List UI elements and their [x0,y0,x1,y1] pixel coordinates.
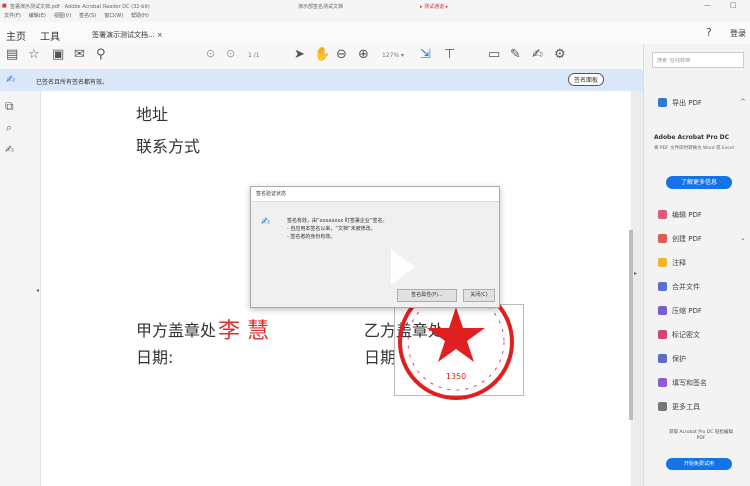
page-indicator[interactable]: 1 /1 [248,52,260,59]
login-link[interactable]: 登录 [730,28,746,39]
chevron-up-icon[interactable]: ^ [740,98,746,106]
signature-notice-bar: ✍ 已签名且所有签名都有效。 签名面板 [0,69,643,92]
fit-page-icon[interactable]: ⇲ [420,47,431,62]
date-label-b: 日期 [364,348,397,367]
promo-text: 将 PDF 文件即时转换为 Word 或 Excel [654,146,734,151]
combine-files-item[interactable]: 合并文件 [658,282,700,292]
left-nav-rail: ⧉ ⌕ ✍ ◂ [0,91,41,486]
sign-icon[interactable]: ✍ [532,47,543,62]
menu-item-view[interactable]: 视图(V) [54,13,71,19]
tab-status: ▸ 测试通道 ▸ [420,4,449,10]
minimize-icon[interactable]: — [704,1,711,9]
signature-nav-icon[interactable]: ✍ [5,143,14,156]
fill-sign-icon [658,378,667,387]
tab-document[interactable]: 签署演示测试文档... × [92,30,163,40]
collapse-left-icon[interactable]: ◂ [36,287,39,294]
menu-item-help[interactable]: 帮助(H) [131,13,149,19]
party-a-seal-label: 甲方盖章处 [136,321,217,340]
signature-valid-icon: ✍ [6,73,16,86]
comment-icon[interactable]: ▭ [488,47,500,62]
bookmark-star-icon[interactable]: ☆ [28,47,40,62]
edit-pdf-item[interactable]: 编辑 PDF [658,210,702,220]
comment-item[interactable]: 注释 [658,258,686,268]
search-icon[interactable]: ⚲ [96,47,106,62]
window-title: 签署演示测试文档.pdf - Adobe Acrobat Reader DC (… [10,4,150,10]
notice-text: 已签名且所有签名都有效。 [36,79,109,86]
page-up-icon[interactable]: ⊙ [206,47,215,60]
start-trial-button[interactable]: 开始免费试用 [666,458,732,470]
maximize-icon[interactable]: □ [730,1,737,9]
zoom-out-icon[interactable]: ⊖ [336,47,347,62]
export-pdf-icon [658,98,667,107]
signature-properties-button[interactable]: 签名属性(P)... [397,289,457,302]
contact-label: 联系方式 [136,137,201,156]
toolbar: ▤ ☆ ▣ ✉ ⚲ ⊙ ⊙ 1 /1 ➤ ✋ ⊖ ⊕ 127% ▾ ⇲ ⊤ ▭ … [0,44,750,70]
dialog-line-2: - 自应用本签名以来，“文档”未被修改。 [287,226,376,232]
edit-pdf-icon [658,210,667,219]
learn-more-button[interactable]: 了解更多信息 [666,176,732,189]
save-icon[interactable]: ▤ [6,47,18,62]
tool-search-input[interactable]: 搜索 '在线转换' [652,52,744,68]
protect-item[interactable]: 保护 [658,354,686,364]
center-title: 演示部签名测试文档 [298,4,344,10]
footer-promo-text: 获取 Acrobat Pro DC 轻松编辑 PDF [669,430,733,441]
select-cursor-icon[interactable]: ➤ [294,47,305,62]
help-icon[interactable]: ? [706,26,712,39]
zoom-in-icon[interactable]: ⊕ [358,47,369,62]
promo-title: Adobe Acrobat Pro DC [654,134,730,141]
export-pdf-item[interactable]: 导出 PDF [658,98,702,108]
dialog-title: 签名验证状态 [251,187,499,202]
pen-icon[interactable]: ✎ [510,47,521,62]
redact-item[interactable]: 标记密文 [658,330,700,340]
redact-icon [658,330,667,339]
create-pdf-item[interactable]: 创建 PDF [658,234,702,244]
zoom-select[interactable]: 127% ▾ [382,52,404,59]
more-tools-item[interactable]: 更多工具 [658,402,700,412]
signature-panel-button[interactable]: 签名面板 [568,73,605,86]
attachment-icon[interactable]: ⌕ [6,121,12,135]
tab-bar: 主页 工具 签署演示测试文档... × ? 登录 [0,22,750,45]
tool-search-placeholder: 搜索 '在线转换' [657,58,692,64]
stamp-code: 1350 [446,372,466,381]
close-button[interactable]: 关闭(C) [463,289,495,302]
dialog-line-3: - 签名者的身份有效。 [287,234,336,240]
more-tools-icon [658,402,667,411]
menu-item-window[interactable]: 窗口(W) [104,13,123,19]
date-label-a: 日期: [136,348,174,367]
collapse-right-icon[interactable]: ▸ [634,270,637,277]
page-down-icon[interactable]: ⊙ [226,47,235,60]
hand-tool-icon[interactable]: ✋ [314,47,330,62]
title-bar: ■ 签署演示测试文档.pdf - Adobe Acrobat Reader DC… [0,0,750,12]
tab-home[interactable]: 主页 [6,28,26,43]
protect-icon [658,354,667,363]
app-icon: ■ [2,3,7,9]
stamp-tool-icon[interactable]: ⚙ [554,47,566,62]
combine-files-icon [658,282,667,291]
fill-sign-item[interactable]: 填写和签名 [658,378,707,388]
print-icon[interactable]: ▣ [52,47,64,62]
address-label: 地址 [136,105,169,124]
video-play-overlay-icon [391,249,415,285]
comment-tool-icon [658,258,667,267]
menu-bar: 文件(F) 编辑(E) 视图(V) 签名(S) 窗口(W) 帮助(H) [0,12,750,22]
compress-pdf-item[interactable]: 压缩 PDF [658,306,702,316]
menu-item-sign[interactable]: 签名(S) [79,13,96,19]
dialog-line-1: 签名有效，由“xxxxxxxx 盯签署企业”签名。 [287,218,388,224]
compress-pdf-icon [658,306,667,315]
menu-item-file[interactable]: 文件(F) [4,13,21,19]
chevron-down-icon[interactable]: ⌄ [740,234,746,242]
email-icon[interactable]: ✉ [74,47,85,62]
handwritten-signature[interactable]: 李 慧 [218,313,269,345]
tab-tools[interactable]: 工具 [40,28,60,43]
signature-valid-dialog-icon: ✍ [261,215,271,228]
scroll-mode-icon[interactable]: ⊤ [444,47,455,62]
menu-item-edit[interactable]: 编辑(E) [29,13,46,19]
create-pdf-icon [658,234,667,243]
vertical-scroll-thumb[interactable] [629,230,633,420]
pages-icon[interactable]: ⧉ [5,99,14,114]
right-tools-panel: 搜索 '在线转换' 导出 PDF ^ Adobe Acrobat Pro DC … [643,44,750,486]
signature-status-dialog: 签名验证状态 ✍ 签名有效，由“xxxxxxxx 盯签署企业”签名。 - 自应用… [250,186,500,308]
